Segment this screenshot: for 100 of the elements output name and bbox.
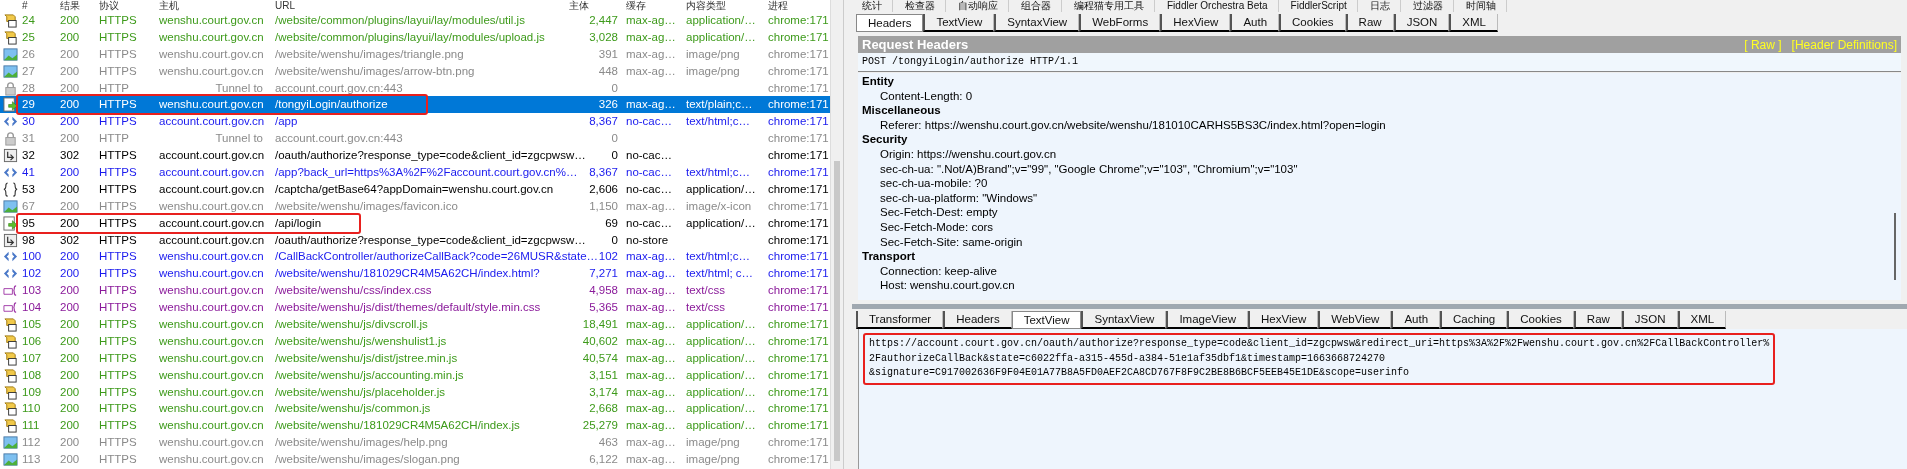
table-cell: account.court.gov.cn xyxy=(159,166,265,178)
column-header[interactable]: 协议 xyxy=(97,0,157,12)
inspector-tab[interactable]: XML xyxy=(1677,311,1727,329)
inspector-tab[interactable]: WebView xyxy=(1318,311,1392,329)
toolbar-tab[interactable]: 自动响应 xyxy=(948,0,1009,12)
header-entry[interactable]: Content-Length: 0 xyxy=(862,88,1885,104)
session-row[interactable]: 107 200 HTTPS wenshu.court.gov.cn /website/wenshu/js/dist/jstree.min.js 40,574 max-ag… application/… chrome:171 xyxy=(0,349,830,367)
header-entry[interactable]: Sec-Fetch-Site: same-origin xyxy=(862,234,1885,250)
inspector-tab[interactable]: HexView xyxy=(1160,14,1231,32)
table-cell: 200 xyxy=(60,351,80,364)
header-entry[interactable]: sec-ch-ua-platform: "Windows" xyxy=(862,190,1885,206)
toolbar-tab[interactable]: 编程猫专用工具 xyxy=(1064,0,1155,12)
response-text-area[interactable] xyxy=(858,329,1907,469)
column-header[interactable]: 内容类型 xyxy=(684,0,766,12)
inspector-tab[interactable]: TextView xyxy=(1011,311,1082,329)
inspector-tab[interactable]: JSON xyxy=(1393,14,1450,32)
table-cell: 1,150 xyxy=(589,199,618,212)
inspector-tab[interactable]: Auth xyxy=(1391,311,1441,329)
header-entry[interactable]: Referer: https://wenshu.court.gov.cn/website/wenshu/181010CARHS5BS3C/index.html?open=login xyxy=(862,117,1885,133)
inspector-tab[interactable]: HexView xyxy=(1248,311,1319,329)
session-row[interactable]: 31 200 HTTP Tunnel to account.court.gov.cn:443 0 chrome:171 xyxy=(0,130,830,148)
column-header[interactable]: 主体 xyxy=(567,0,624,12)
session-row[interactable]: 113 200 HTTPS wenshu.court.gov.cn /website/wenshu/images/slogan.png 6,122 max-ag… image/png chrome:171 xyxy=(0,451,830,469)
header-entry[interactable]: Host: wenshu.court.gov.cn xyxy=(862,278,1885,293)
table-cell: text/css xyxy=(686,301,725,314)
session-row[interactable]: 108 200 HTTPS wenshu.court.gov.cn /website/wenshu/js/accounting.min.js 3,151 max-ag… application/… chrome:171 xyxy=(0,366,830,384)
session-row[interactable]: 102 200 HTTPS wenshu.court.gov.cn /website/wenshu/181029CR4M5A62CH/index.html? 7,271 max-ag… text/html; c… chrome:171 xyxy=(0,265,830,283)
column-header[interactable]: 结果 xyxy=(58,0,97,12)
table-cell: HTTPS xyxy=(99,115,137,128)
session-row[interactable]: 27 200 HTTPS wenshu.court.gov.cn /website/wenshu/images/arrow-btn.png 448 max-ag… image/png chrome:171 xyxy=(0,62,830,80)
session-row[interactable]: 106 200 HTTPS wenshu.court.gov.cn /website/wenshu/js/wenshulist1.js 40,602 max-ag… application/… chrome:171 xyxy=(0,332,830,350)
inspector-tab[interactable]: XML xyxy=(1449,14,1498,32)
column-header[interactable]: 缓存 xyxy=(624,0,684,12)
table-cell: HTTPS xyxy=(99,47,137,60)
column-header[interactable]: URL xyxy=(269,0,567,12)
session-row[interactable]: 41 200 HTTPS account.court.gov.cn /app?back_url=https%3A%2F%2Faccount.court.gov.cn%… 8,367 no-cac… text/html;c… chrome:171 xyxy=(0,164,830,181)
session-row[interactable]: 100 200 HTTPS wenshu.court.gov.cn /CallBackController/authorizeCallBack?code=26MUSR&state…102 max-ag… text/html;c… chrome:171 xyxy=(0,248,830,266)
table-cell: max-ag… xyxy=(626,267,676,280)
session-row[interactable]: 98 302 HTTPS account.court.gov.cn /oauth/authorize?response_type=code&client_id=zgcpwsw… 0 no-store chrome:171 xyxy=(0,231,830,249)
toolbar-tab[interactable]: 统计 xyxy=(852,0,893,12)
column-header[interactable]: 进程 xyxy=(766,0,824,12)
session-row[interactable]: 112 200 HTTPS wenshu.court.gov.cn /website/wenshu/images/help.png 463 max-ag… image/png chrome:171 xyxy=(0,434,830,452)
scrollbar-thumb[interactable] xyxy=(1894,213,1896,280)
inspector-tab[interactable]: Caching xyxy=(1440,311,1508,329)
header-entry[interactable]: Sec-Fetch-Dest: empty xyxy=(862,205,1885,220)
toolbar-tab[interactable]: 日志 xyxy=(1359,0,1401,12)
session-row[interactable]: 104 200 HTTPS wenshu.court.gov.cn /website/wenshu/js/dist/themes/default/style.min.css 5,365 max-ag… text/css chrome:171 xyxy=(0,299,830,317)
inspector-tab[interactable]: Cookies xyxy=(1279,14,1346,32)
table-cell: Tunnel to xyxy=(215,81,263,94)
session-row[interactable]: 25 200 HTTPS wenshu.court.gov.cn /website/common/plugins/layui/lay/modules/upload.js 3,028 max-ag… application/… chrome:171 xyxy=(0,28,830,46)
table-cell: wenshu.court.gov.cn xyxy=(159,14,264,26)
header-group[interactable]: Miscellaneous xyxy=(862,103,1885,118)
scrollbar-thumb[interactable] xyxy=(834,161,840,461)
session-row[interactable]: 103 200 HTTPS wenshu.court.gov.cn /website/wenshu/css/index.css 4,958 max-ag… text/css chrome:171 xyxy=(0,282,830,300)
toolbar-tab[interactable]: FiddlerScript xyxy=(1280,0,1358,12)
header-group[interactable]: Transport xyxy=(862,249,1885,264)
inspector-tab[interactable]: Raw xyxy=(1345,14,1394,32)
inspector-tab[interactable]: Cookies xyxy=(1507,311,1574,329)
toolbar-tab[interactable]: 组合器 xyxy=(1011,0,1062,12)
session-row[interactable]: 28 200 HTTP Tunnel to account.court.gov.cn:443 0 chrome:171 xyxy=(0,79,830,97)
header-entry[interactable]: Origin: https://wenshu.court.gov.cn xyxy=(862,146,1885,162)
session-row[interactable]: 24 200 HTTPS wenshu.court.gov.cn /website/common/plugins/layui/lay/modules/util.js 2,447 max-ag… application/… chrome:171 xyxy=(0,12,830,29)
toolbar-tab[interactable]: Fiddler Orchestra Beta xyxy=(1157,0,1279,12)
session-row[interactable]: 67 200 HTTPS wenshu.court.gov.cn /website/wenshu/images/favicon.ico 1,150 max-ag… image/x-icon chrome:171 xyxy=(0,197,830,215)
session-row[interactable]: 111 200 HTTPS wenshu.court.gov.cn /website/wenshu/181029CR4M5A62CH/index.js 25,279 max-ag… application/… chrome:171 xyxy=(0,417,830,435)
header-entry[interactable]: sec-ch-ua-mobile: ?0 xyxy=(862,176,1885,191)
inspector-tab[interactable]: SyntaxView xyxy=(1081,311,1167,329)
toolbar-tab[interactable]: 检查器 xyxy=(895,0,946,12)
inspector-tab[interactable]: ImageView xyxy=(1166,311,1249,329)
column-header[interactable]: # xyxy=(18,0,58,12)
table-cell: 7,271 xyxy=(589,267,618,280)
inspector-tab[interactable]: SyntaxView xyxy=(994,14,1080,32)
header-entry[interactable]: Sec-Fetch-Mode: cors xyxy=(862,219,1885,235)
column-header[interactable]: 主机 xyxy=(157,0,269,12)
session-row[interactable]: 29 200 HTTPS wenshu.court.gov.cn /tongyiLogin/authorize 326 max-ag… text/plain;c… chrome:171 xyxy=(0,96,830,114)
inspector-tab[interactable]: Auth xyxy=(1230,14,1280,32)
inspector-tab[interactable]: JSON xyxy=(1621,311,1678,329)
session-row[interactable]: 53 200 HTTPS account.court.gov.cn /captcha/getBase64?appDomain=wenshu.court.gov.cn 2,606 no-cac… application/… chrome:171 xyxy=(0,180,830,198)
session-row[interactable]: 109 200 HTTPS wenshu.court.gov.cn /website/wenshu/js/placeholder.js 3,174 max-ag… application/… chrome:171 xyxy=(0,383,830,401)
inspector-tab[interactable]: Headers xyxy=(943,311,1012,329)
inspector-tab[interactable]: Raw xyxy=(1573,311,1622,329)
session-row[interactable]: 26 200 HTTPS wenshu.court.gov.cn /website/wenshu/images/triangle.png 391 max-ag… image/png chrome:171 xyxy=(0,45,830,63)
inspector-tab[interactable]: TextView xyxy=(923,14,995,32)
inspector-tab[interactable]: WebForms xyxy=(1079,14,1161,32)
session-row[interactable]: 110 200 HTTPS wenshu.court.gov.cn /website/wenshu/js/common.js 2,668 max-ag… application/… chrome:171 xyxy=(0,400,830,418)
header-group[interactable]: Security xyxy=(862,132,1885,147)
session-row[interactable]: 95 200 HTTPS account.court.gov.cn /api/login 69 no-cac… application/… chrome:171 xyxy=(0,214,830,232)
session-row[interactable]: 30 200 HTTPS account.court.gov.cn /app 8,367 no-cac… text/html;c… chrome:171 xyxy=(0,113,830,131)
header-entry[interactable]: Connection: keep-alive xyxy=(862,263,1885,279)
table-cell: application/… xyxy=(686,351,756,364)
session-row[interactable]: 105 200 HTTPS wenshu.court.gov.cn /website/wenshu/js/divscroll.js 18,491 max-ag… application/… chrome:171 xyxy=(0,316,830,333)
toolbar-tab[interactable]: 时间轴 xyxy=(1455,0,1507,12)
inspector-tab[interactable]: Transformer xyxy=(856,311,944,329)
session-row[interactable]: 32 302 HTTPS account.court.gov.cn /oauth/authorize?response_type=code&client_id=zgcpwsw… 0 no-cac… chrome:171 xyxy=(0,147,830,164)
header-group[interactable]: Entity xyxy=(862,74,1885,89)
table-cell: chrome:171 xyxy=(768,368,829,381)
inspector-tab[interactable]: Headers xyxy=(856,14,924,32)
table-cell: 40,602 xyxy=(582,334,618,347)
toolbar-tab[interactable]: 过滤器 xyxy=(1402,0,1454,12)
header-entry[interactable]: sec-ch-ua: ".Not/A)Brand";v="99", "Google Chrome";v="103", "Chromium";v="103" xyxy=(862,161,1885,177)
